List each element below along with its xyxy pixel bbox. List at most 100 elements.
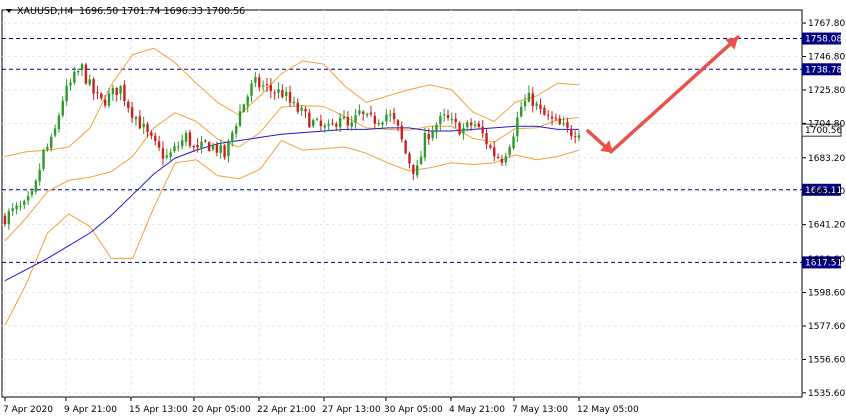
candle-body bbox=[188, 132, 192, 146]
candle-body bbox=[531, 93, 534, 106]
candle-body bbox=[177, 146, 180, 148]
candle-body bbox=[211, 144, 215, 150]
candle-body bbox=[431, 131, 434, 139]
candle-body bbox=[165, 155, 168, 158]
candle-body bbox=[50, 136, 53, 149]
candle-body bbox=[323, 125, 326, 128]
candle-body bbox=[254, 77, 257, 83]
candle-body bbox=[466, 122, 469, 128]
candle-body bbox=[377, 123, 380, 125]
candle-body bbox=[489, 145, 492, 148]
candle-body bbox=[84, 64, 88, 84]
candle-body bbox=[88, 79, 91, 85]
candle-body bbox=[462, 128, 465, 134]
candle-body bbox=[404, 140, 407, 154]
candle-body bbox=[358, 110, 361, 114]
candle-body bbox=[523, 100, 527, 107]
candle-body bbox=[130, 107, 134, 118]
candle-body bbox=[134, 117, 138, 120]
candle-body bbox=[234, 125, 238, 134]
candle-body bbox=[389, 114, 392, 116]
candle-body bbox=[442, 114, 446, 116]
candle-body bbox=[138, 116, 142, 129]
candle-body bbox=[342, 116, 346, 119]
candle-body bbox=[269, 85, 273, 92]
candle-body bbox=[550, 116, 554, 119]
candle-body bbox=[546, 114, 550, 116]
candle-body bbox=[3, 215, 7, 225]
candle-body bbox=[281, 90, 284, 98]
candle-body bbox=[107, 93, 111, 106]
candle-body bbox=[408, 153, 411, 164]
candle-body bbox=[566, 122, 569, 128]
candle-body bbox=[508, 147, 511, 156]
candle-body bbox=[496, 156, 500, 158]
time-axis[interactable]: 7 Apr 2020 9 Apr 21:00 15 Apr 13:00 20 Apr … bbox=[3, 397, 639, 415]
candle-body bbox=[38, 169, 41, 182]
y-tick-label: 1619.60 bbox=[808, 255, 845, 265]
candle-body bbox=[335, 123, 338, 127]
x-tick-label: 9 Apr 21:00 bbox=[64, 405, 117, 415]
candle-body bbox=[7, 211, 11, 225]
x-tick-label: 27 Apr 13:00 bbox=[322, 405, 381, 415]
plot-area[interactable] bbox=[1, 9, 803, 398]
candle-body bbox=[485, 133, 488, 145]
candle-body bbox=[242, 104, 246, 112]
candle-body bbox=[15, 205, 18, 210]
candle-body bbox=[473, 124, 477, 126]
candle-body bbox=[127, 101, 130, 109]
candle-body bbox=[516, 117, 519, 137]
candle-body bbox=[446, 114, 450, 119]
candle-body bbox=[181, 140, 184, 147]
candle-body bbox=[26, 196, 30, 201]
y-tick-label: 1704.80 bbox=[808, 119, 845, 129]
y-tick-label: 1767.80 bbox=[808, 19, 845, 29]
candle-body bbox=[327, 123, 330, 126]
candle-body bbox=[161, 148, 165, 159]
price-chart[interactable]: 1758.081738.781663.111617.511700.56 1767… bbox=[0, 0, 846, 419]
candle-body bbox=[123, 84, 126, 101]
candle-body bbox=[215, 144, 219, 153]
level-label: 1738.78 bbox=[805, 65, 842, 75]
candle-body bbox=[308, 112, 311, 128]
candle-body bbox=[512, 136, 515, 149]
candle-body bbox=[362, 111, 365, 114]
candle-body bbox=[65, 85, 68, 102]
candle-body bbox=[373, 115, 377, 124]
candle-body bbox=[265, 84, 269, 86]
candle-body bbox=[346, 116, 350, 126]
candle-body bbox=[30, 191, 34, 195]
candle-body bbox=[520, 106, 523, 117]
candle-body bbox=[219, 145, 222, 153]
candle-body bbox=[435, 124, 438, 133]
candle-body bbox=[304, 109, 307, 112]
price-axis[interactable]: 1767.80 1746.80 1725.80 1704.80 1683.20 1662.… bbox=[802, 19, 845, 399]
candle-body bbox=[296, 102, 299, 112]
candle-body bbox=[258, 77, 261, 88]
candle-body bbox=[350, 122, 353, 127]
candle-body bbox=[562, 123, 565, 125]
candle-body bbox=[385, 114, 388, 122]
candle-body bbox=[119, 86, 122, 94]
y-tick-label: 1746.80 bbox=[808, 53, 845, 63]
candle-body bbox=[154, 135, 157, 141]
candle-body bbox=[96, 92, 99, 94]
y-tick-label: 1556.60 bbox=[808, 355, 845, 365]
candle-body bbox=[554, 117, 558, 119]
candle-body bbox=[392, 113, 396, 120]
candle-body bbox=[439, 116, 442, 125]
chart-header: XAUUSD,H4 1696.50 1701.74 1696.33 1700.5… bbox=[6, 6, 245, 17]
candle-body bbox=[150, 132, 153, 136]
candle-body bbox=[111, 87, 115, 95]
candle-body bbox=[419, 156, 423, 165]
candle-body bbox=[80, 64, 84, 70]
candle-body bbox=[19, 205, 22, 207]
y-tick-label: 1641.20 bbox=[808, 221, 845, 231]
x-tick-label: 30 Apr 05:00 bbox=[384, 405, 443, 415]
candle-body bbox=[34, 180, 38, 192]
candle-body bbox=[573, 136, 577, 138]
candle-body bbox=[400, 125, 403, 140]
x-tick-label: 12 May 05:00 bbox=[577, 405, 639, 415]
candle-body bbox=[535, 103, 538, 106]
candle-body bbox=[416, 165, 419, 176]
